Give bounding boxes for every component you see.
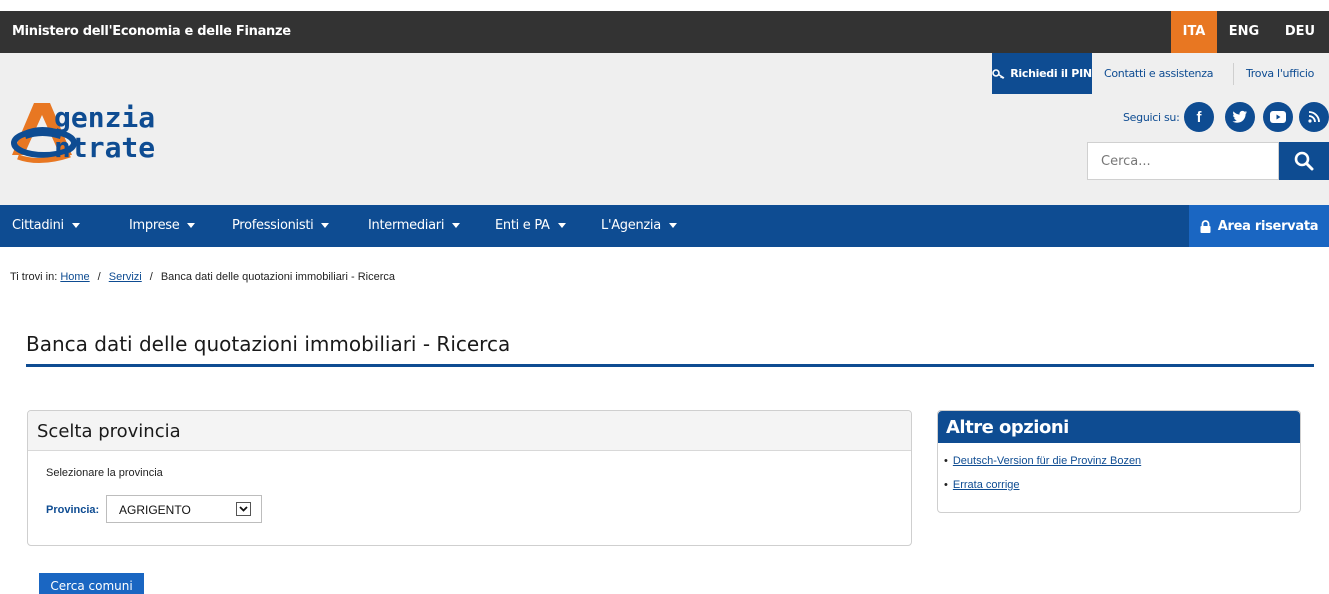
chevron-down-icon bbox=[236, 502, 251, 516]
nav-label: Enti e PA bbox=[495, 218, 550, 233]
panel-hint: Selezionare la provincia bbox=[46, 467, 163, 479]
area-riservata-label: Area riservata bbox=[1217, 218, 1319, 234]
provincia-value: AGRIGENTO bbox=[119, 503, 191, 517]
logo-line1: genzia bbox=[54, 101, 156, 134]
area-riservata-button[interactable]: Area riservata bbox=[1189, 205, 1329, 247]
caret-down-icon bbox=[557, 223, 566, 228]
nav-item-cittadini[interactable]: Cittadini bbox=[12, 205, 80, 247]
breadcrumb-home-link[interactable]: Home bbox=[60, 271, 89, 283]
title-divider bbox=[26, 364, 1314, 367]
lang-ita-link[interactable]: ITA bbox=[1171, 11, 1217, 53]
nav-item-professionisti[interactable]: Professionisti bbox=[232, 205, 330, 247]
page-title: Banca dati delle quotazioni immobiliari … bbox=[26, 332, 511, 356]
caret-down-icon bbox=[187, 223, 196, 228]
pin-label: Richiedi il PIN bbox=[1010, 67, 1092, 80]
trova-ufficio-link[interactable]: Trova l'ufficio bbox=[1246, 53, 1314, 94]
scelta-provincia-panel: Scelta provincia Selezionare la provinci… bbox=[27, 410, 912, 546]
breadcrumb: Ti trovi in: Home / Servizi / Banca dati del… bbox=[10, 271, 395, 283]
caret-down-icon bbox=[452, 223, 461, 228]
errata-corrige-link[interactable]: Errata corrige bbox=[953, 479, 1020, 491]
top-bar: Ministero dell'Economia e delle Finanze … bbox=[0, 11, 1329, 53]
follow-label: Seguici su: bbox=[1123, 111, 1180, 124]
contatti-link[interactable]: Contatti e assistenza bbox=[1104, 53, 1213, 94]
header-divider bbox=[1233, 63, 1234, 85]
nav-label: L'Agenzia bbox=[601, 218, 661, 233]
nav-label: Professionisti bbox=[232, 218, 314, 233]
twitter-icon[interactable] bbox=[1225, 102, 1255, 132]
cerca-comuni-button[interactable]: Cerca comuni bbox=[39, 573, 144, 594]
provincia-select[interactable]: AGRIGENTO bbox=[106, 495, 262, 523]
caret-down-icon bbox=[321, 223, 330, 228]
nav-item-intermediari[interactable]: Intermediari bbox=[368, 205, 461, 247]
list-item: Deutsch-Version für die Provinz Bozen bbox=[944, 455, 1141, 467]
nav-label: Intermediari bbox=[368, 218, 445, 233]
search-input[interactable] bbox=[1087, 142, 1279, 180]
caret-down-icon bbox=[668, 223, 677, 228]
lock-icon bbox=[1200, 219, 1211, 233]
key-icon bbox=[992, 68, 1005, 79]
nav-label: Imprese bbox=[129, 218, 180, 233]
lang-eng-link[interactable]: ENG bbox=[1217, 11, 1271, 53]
altre-opzioni-panel: Altre opzioni Deutsch-Version für die Pr… bbox=[937, 410, 1301, 513]
site-header: genzia ntrate Richiedi il PIN Contatti e… bbox=[0, 53, 1329, 205]
deutsch-version-link[interactable]: Deutsch-Version für die Provinz Bozen bbox=[953, 455, 1141, 467]
nav-item-imprese[interactable]: Imprese bbox=[129, 205, 196, 247]
search-icon bbox=[1294, 151, 1314, 171]
provincia-label: Provincia: bbox=[46, 504, 100, 516]
agenzia-entrate-logo[interactable]: genzia ntrate bbox=[0, 53, 250, 205]
caret-down-icon bbox=[71, 223, 80, 228]
side-title: Altre opzioni bbox=[938, 411, 1300, 443]
breadcrumb-servizi-link[interactable]: Servizi bbox=[109, 271, 142, 283]
youtube-icon[interactable] bbox=[1263, 102, 1293, 132]
facebook-icon[interactable]: f bbox=[1184, 102, 1214, 132]
main-nav: Cittadini Imprese Professionisti Interme… bbox=[0, 205, 1329, 247]
rss-icon[interactable] bbox=[1299, 102, 1329, 132]
nav-label: Cittadini bbox=[12, 218, 64, 233]
panel-title: Scelta provincia bbox=[28, 411, 911, 451]
lang-deu-link[interactable]: DEU bbox=[1271, 11, 1329, 53]
ministry-label: Ministero dell'Economia e delle Finanze bbox=[12, 24, 291, 39]
list-item: Errata corrige bbox=[944, 479, 1141, 491]
nav-item-enti-pa[interactable]: Enti e PA bbox=[495, 205, 566, 247]
richiedi-pin-button[interactable]: Richiedi il PIN bbox=[992, 53, 1092, 94]
breadcrumb-current: Banca dati delle quotazioni immobiliari … bbox=[160, 271, 395, 283]
side-links: Deutsch-Version für die Provinz Bozen Er… bbox=[944, 455, 1141, 503]
nav-item-agenzia[interactable]: L'Agenzia bbox=[601, 205, 677, 247]
logo-line2: ntrate bbox=[54, 131, 156, 164]
breadcrumb-prefix: Ti trovi in: bbox=[10, 271, 58, 283]
search-button[interactable] bbox=[1279, 142, 1329, 180]
